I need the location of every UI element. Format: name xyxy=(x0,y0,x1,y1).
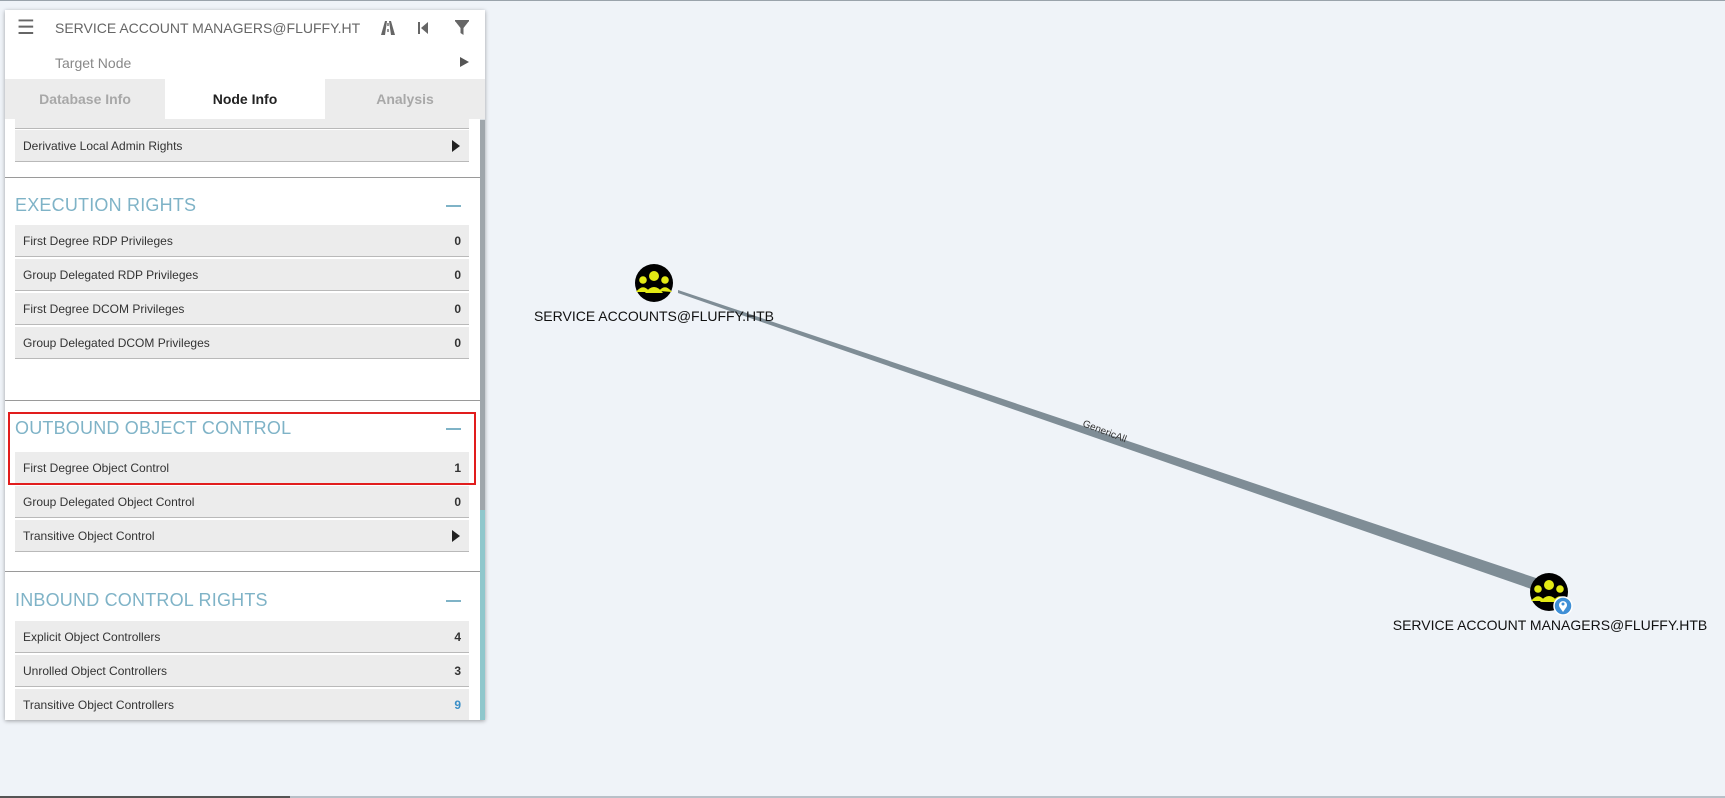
back-icon[interactable] xyxy=(413,18,433,38)
row-label: Transitive Object Controllers xyxy=(23,698,174,712)
row-label: Transitive Object Control xyxy=(23,529,155,543)
row-label: First Degree Object Control xyxy=(23,461,170,475)
row-label: First Degree DCOM Privileges xyxy=(23,302,185,316)
menu-icon[interactable]: ☰ xyxy=(17,16,35,40)
row-count: 1 xyxy=(454,461,461,475)
row-label: Group Delegated Object Control xyxy=(23,495,195,509)
filter-icon[interactable] xyxy=(452,18,472,38)
list-item-transitive-object-controllers[interactable]: Transitive Object Controllers 9 xyxy=(15,689,469,720)
play-icon[interactable] xyxy=(457,55,471,69)
collapse-icon[interactable] xyxy=(446,205,461,207)
graph-node-service-account-managers[interactable]: SERVICE ACCOUNT MANAGERS@FLUFFY.HTB xyxy=(1393,573,1708,633)
graph-node-service-accounts[interactable]: SERVICE ACCOUNTS@FLUFFY.HTB xyxy=(534,264,774,324)
target-node-input[interactable] xyxy=(55,54,405,72)
row-label: Group Delegated RDP Privileges xyxy=(23,268,199,282)
graph-edge-genericall[interactable] xyxy=(678,290,1545,592)
target-row xyxy=(5,46,485,78)
row-count-link[interactable]: 9 xyxy=(454,698,461,712)
scrollbar-lower-track[interactable] xyxy=(480,510,485,720)
scrollbar-thumb[interactable] xyxy=(480,120,485,510)
section-title-outbound-object-control: OUTBOUND OBJECT CONTROL xyxy=(15,418,292,438)
row-count: 0 xyxy=(454,495,461,509)
row-count: 0 xyxy=(454,268,461,282)
list-item-unrolled-object-controllers[interactable]: Unrolled Object Controllers 3 xyxy=(15,655,469,687)
node-info-content: Derivative Local Admin Rights EXECUTION … xyxy=(5,119,480,720)
expand-arrow-icon[interactable] xyxy=(452,140,460,152)
list-item-explicit-object-controllers[interactable]: Explicit Object Controllers 4 xyxy=(15,621,469,653)
node-info-panel: ☰ Database Info Node Info Analysis Deriv… xyxy=(5,10,485,720)
list-item-first-degree-dcom[interactable]: First Degree DCOM Privileges 0 xyxy=(15,293,469,325)
pathfinding-road-icon[interactable] xyxy=(378,18,398,38)
node-label: SERVICE ACCOUNTS@FLUFFY.HTB xyxy=(534,308,774,324)
collapse-icon[interactable] xyxy=(446,600,461,602)
list-item-transitive-object-control[interactable]: Transitive Object Control xyxy=(15,520,469,552)
tab-database-info[interactable]: Database Info xyxy=(5,79,165,119)
row-count: 0 xyxy=(454,234,461,248)
list-item-group-delegated-object-control[interactable]: Group Delegated Object Control 0 xyxy=(15,486,469,518)
list-item-group-delegated-dcom[interactable]: Group Delegated DCOM Privileges 0 xyxy=(15,327,469,359)
row-label: Derivative Local Admin Rights xyxy=(23,139,183,153)
list-item-derivative-local-admin[interactable]: Derivative Local Admin Rights xyxy=(15,130,469,162)
tab-bar: Database Info Node Info Analysis xyxy=(5,79,485,119)
row-label: First Degree RDP Privileges xyxy=(23,234,173,248)
tab-node-info[interactable]: Node Info xyxy=(165,79,325,119)
section-divider xyxy=(5,571,480,572)
row-count: 0 xyxy=(454,336,461,350)
section-title-inbound-control-rights: INBOUND CONTROL RIGHTS xyxy=(15,590,268,610)
map-pin-icon xyxy=(1553,596,1573,616)
row-label: Explicit Object Controllers xyxy=(23,630,161,644)
collapse-icon[interactable] xyxy=(446,428,461,430)
row-count: 4 xyxy=(454,630,461,644)
node-label: SERVICE ACCOUNT MANAGERS@FLUFFY.HTB xyxy=(1393,617,1708,633)
expand-arrow-icon[interactable] xyxy=(452,530,460,542)
list-item-first-degree-object-control[interactable]: First Degree Object Control 1 xyxy=(15,452,469,484)
section-divider xyxy=(5,177,480,178)
section-divider xyxy=(5,400,480,401)
list-item-group-delegated-rdp[interactable]: Group Delegated RDP Privileges 0 xyxy=(15,259,469,291)
row-label: Unrolled Object Controllers xyxy=(23,664,168,678)
search-input[interactable] xyxy=(55,18,360,38)
list-item-first-degree-rdp[interactable]: First Degree RDP Privileges 0 xyxy=(15,225,469,257)
row-count: 3 xyxy=(454,664,461,678)
section-title-execution-rights: EXECUTION RIGHTS xyxy=(15,195,197,215)
list-item-partial[interactable] xyxy=(15,119,469,129)
tab-analysis[interactable]: Analysis xyxy=(325,79,485,119)
row-count: 0 xyxy=(454,302,461,316)
row-label: Group Delegated DCOM Privileges xyxy=(23,336,210,350)
search-row: ☰ xyxy=(5,10,485,46)
